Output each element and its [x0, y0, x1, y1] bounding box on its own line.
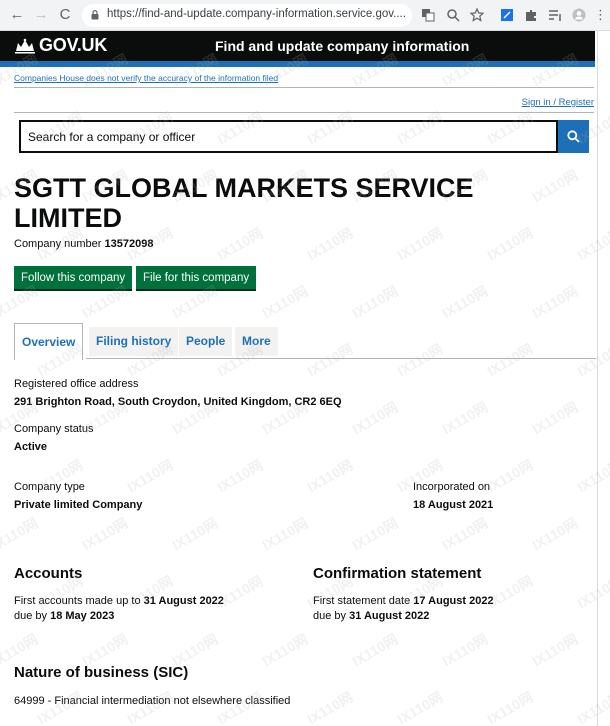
watermark: IX110网: [304, 456, 356, 496]
govuk-header: GOV.UK Find and update company informati…: [0, 31, 595, 61]
watermark: IX110网: [439, 514, 491, 554]
watermark: IX110网: [529, 166, 581, 206]
tab-people[interactable]: People: [179, 327, 233, 356]
company-type-label: Company type: [14, 481, 85, 493]
watermark: IX110网: [529, 398, 581, 438]
confirmation-due-date: 31 August 2022: [349, 610, 430, 622]
scrollbar-edge: [597, 31, 598, 726]
company-number-label: Company number: [14, 238, 102, 250]
watermark: IX110网: [0, 514, 41, 554]
watermark: IX110网: [529, 514, 581, 554]
confirmation-details: First statement date 17 August 2022 due …: [313, 594, 494, 624]
watermark: IX110网: [394, 688, 446, 726]
watermark: IX110网: [484, 340, 536, 380]
star-icon[interactable]: [470, 8, 484, 22]
watermark: IX110网: [394, 340, 446, 380]
translate-icon[interactable]: [421, 8, 435, 22]
confirmation-date: 17 August 2022: [413, 595, 494, 607]
accounts-made-up-date: 31 August 2022: [143, 595, 224, 607]
incorporated-value: 18 August 2021: [413, 499, 494, 511]
watermark: IX110网: [214, 456, 266, 496]
watermark: IX110网: [484, 688, 536, 726]
watermark: IX110网: [349, 514, 401, 554]
registered-office-label: Registered office address: [14, 378, 139, 390]
crown-icon: [15, 38, 35, 54]
forward-arrow-icon[interactable]: →: [32, 6, 50, 24]
confirmation-due-label: due by: [313, 610, 347, 622]
watermark: IX110网: [439, 630, 491, 670]
divider: [14, 112, 594, 113]
search-input[interactable]: [19, 120, 558, 153]
url-text: https://find-and-update.company-informat…: [107, 8, 406, 20]
watermark: IX110网: [79, 514, 131, 554]
confirmation-heading: Confirmation statement: [313, 565, 482, 582]
reading-list-icon[interactable]: [548, 8, 562, 22]
watermark: IX110网: [574, 224, 610, 264]
registered-office-value: 291 Brighton Road, South Croydon, United…: [14, 396, 342, 408]
search-bar: [19, 120, 589, 153]
accounts-made-up-label: First accounts made up to: [14, 595, 141, 607]
watermark: IX110网: [529, 630, 581, 670]
search-button[interactable]: [558, 120, 589, 153]
company-name-line1: SGTT GLOBAL MARKETS SERVICE: [14, 173, 474, 203]
watermark: IX110网: [124, 456, 176, 496]
sic-heading: Nature of business (SIC): [14, 664, 189, 681]
company-status-value: Active: [14, 441, 48, 453]
address-bar[interactable]: https://find-and-update.company-informat…: [82, 4, 412, 27]
follow-company-button[interactable]: Follow this company: [14, 266, 133, 291]
company-name-line2: LIMITED: [14, 203, 122, 233]
watermark: IX110网: [304, 340, 356, 380]
header-blue-strip: [0, 61, 595, 67]
watermark: IX110网: [304, 688, 356, 726]
sign-in-register-link[interactable]: Sign in / Register: [522, 97, 594, 108]
service-name[interactable]: Find and update company information: [215, 38, 469, 54]
incorporated-label: Incorporated on: [413, 481, 491, 493]
accuracy-notice-link[interactable]: Companies House does not verify the accu…: [14, 73, 278, 83]
divider: [14, 87, 594, 88]
file-for-company-button[interactable]: File for this company: [136, 266, 257, 291]
zoom-icon[interactable]: [446, 8, 460, 22]
page-title: SGTT GLOBAL MARKETS SERVICE LIMITED: [14, 173, 534, 233]
tabs-divider: [86, 358, 596, 359]
browser-toolbar: ← → C https://find-and-update.company-in…: [0, 0, 610, 31]
watermark: IX110网: [574, 688, 610, 726]
watermark: IX110网: [574, 340, 610, 380]
watermark: IX110网: [259, 514, 311, 554]
extension-blue-icon[interactable]: [500, 8, 514, 22]
watermark: IX110网: [349, 630, 401, 670]
accounts-heading: Accounts: [14, 565, 83, 582]
puzzle-icon[interactable]: [524, 8, 538, 22]
watermark: IX110网: [349, 398, 401, 438]
lock-icon: [91, 10, 99, 20]
company-number: Company number 13572098: [14, 238, 153, 250]
profile-avatar-icon[interactable]: [572, 8, 586, 22]
watermark: IX110网: [259, 282, 311, 322]
company-type-value: Private limited Company: [14, 499, 143, 511]
govuk-logo[interactable]: GOV.UK: [39, 35, 107, 56]
watermark: IX110网: [169, 514, 221, 554]
reload-icon[interactable]: C: [56, 6, 74, 24]
accounts-details: First accounts made up to 31 August 2022…: [14, 594, 224, 624]
company-number-value: 13572098: [104, 238, 154, 250]
tab-more[interactable]: More: [235, 327, 278, 356]
confirmation-date-label: First statement date: [313, 595, 411, 607]
watermark: IX110网: [529, 282, 581, 322]
watermark: IX110网: [259, 630, 311, 670]
watermark: IX110网: [574, 456, 610, 496]
accounts-due-label: due by: [14, 610, 48, 622]
tab-overview[interactable]: Overview: [14, 323, 84, 360]
tab-filing-history[interactable]: Filing history: [89, 327, 179, 356]
watermark: IX110网: [484, 456, 536, 496]
search-icon: [567, 130, 580, 143]
watermark: IX110网: [574, 572, 610, 612]
watermark: IX110网: [439, 398, 491, 438]
company-status-label: Company status: [14, 423, 94, 435]
back-arrow-icon[interactable]: ←: [8, 6, 26, 24]
kebab-menu-icon[interactable]: ⋮: [594, 6, 607, 24]
watermark: IX110网: [349, 282, 401, 322]
watermark: IX110网: [439, 282, 491, 322]
sic-entry: 64999 - Financial intermediation not els…: [14, 695, 291, 707]
accounts-due-date: 18 May 2023: [50, 610, 115, 622]
